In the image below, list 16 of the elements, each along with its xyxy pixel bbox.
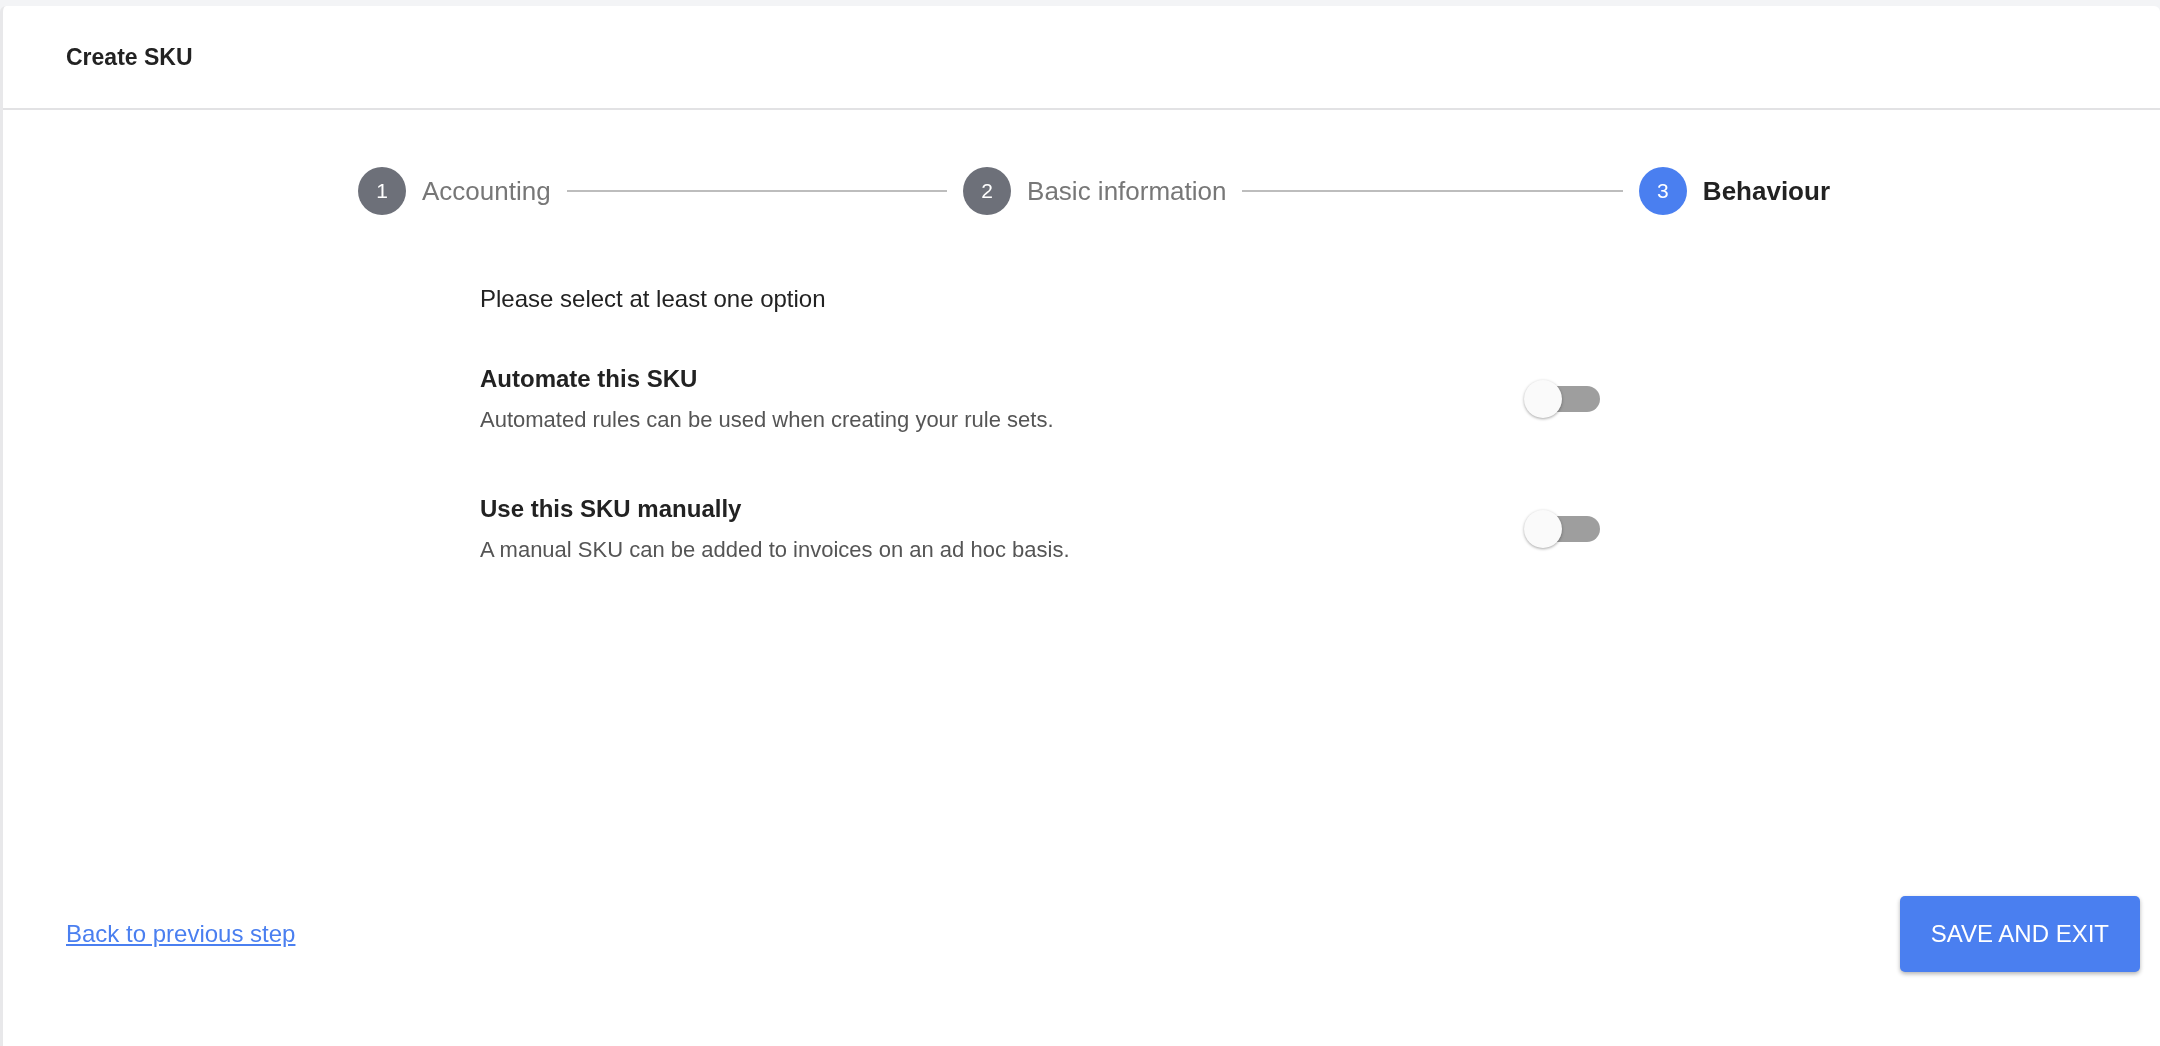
- step-label: Behaviour: [1702, 175, 1830, 207]
- step-number: 3: [1638, 167, 1687, 215]
- toggle-switch[interactable]: [1524, 510, 1600, 548]
- step-label: Accounting: [422, 175, 551, 207]
- back-link[interactable]: Back to previous step: [66, 920, 296, 948]
- toggle-switch[interactable]: [1524, 380, 1600, 418]
- option-description: Automated rules can be used when creating your rule sets.: [480, 407, 1054, 433]
- step-number: 1: [358, 167, 406, 215]
- option-title: Use this SKU manually: [480, 495, 743, 523]
- step-number: 2: [963, 167, 1012, 215]
- dialog-title: Create SKU: [66, 43, 193, 71]
- option-description: A manual SKU can be added to invoices on an ad hoc basis.: [480, 537, 1070, 563]
- instruction-text: Please select at least one option: [480, 285, 827, 313]
- step-label: Basic information: [1027, 175, 1227, 207]
- option-title: Automate this SKU: [480, 365, 699, 393]
- save-button[interactable]: SAVE AND EXIT: [1899, 896, 2140, 972]
